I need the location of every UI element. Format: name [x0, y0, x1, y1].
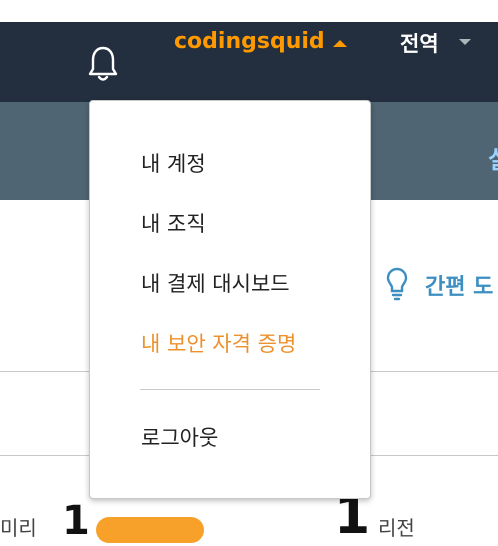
menu-item-my-account[interactable]: 내 계정: [141, 148, 206, 178]
account-dropdown-menu: 내 계정 내 조직 내 결제 대시보드 내 보안 자격 증명 로그아웃: [89, 100, 371, 499]
summary-label-right: 리전: [378, 516, 415, 540]
menu-separator: [140, 389, 320, 390]
account-menu-button[interactable]: codingsquid: [174, 29, 325, 54]
menu-item-billing-dashboard[interactable]: 내 결제 대시보드: [141, 268, 290, 298]
caret-up-icon[interactable]: [333, 40, 347, 47]
quick-start-link[interactable]: 간편 도: [425, 269, 493, 301]
summary-count-left: 1: [62, 498, 90, 544]
caret-down-icon[interactable]: [459, 39, 471, 45]
menu-item-security-credentials[interactable]: 내 보안 자격 증명: [141, 328, 296, 358]
menu-item-logout[interactable]: 로그아웃: [141, 422, 218, 452]
status-badge: [96, 517, 204, 543]
summary-label-left: 미리: [0, 516, 37, 540]
header-partial-text: 실: [488, 140, 498, 175]
region-selector[interactable]: 전역: [400, 28, 439, 58]
menu-item-my-organization[interactable]: 내 조직: [141, 208, 206, 238]
lightbulb-icon: [386, 267, 408, 301]
bell-icon[interactable]: [86, 44, 120, 84]
